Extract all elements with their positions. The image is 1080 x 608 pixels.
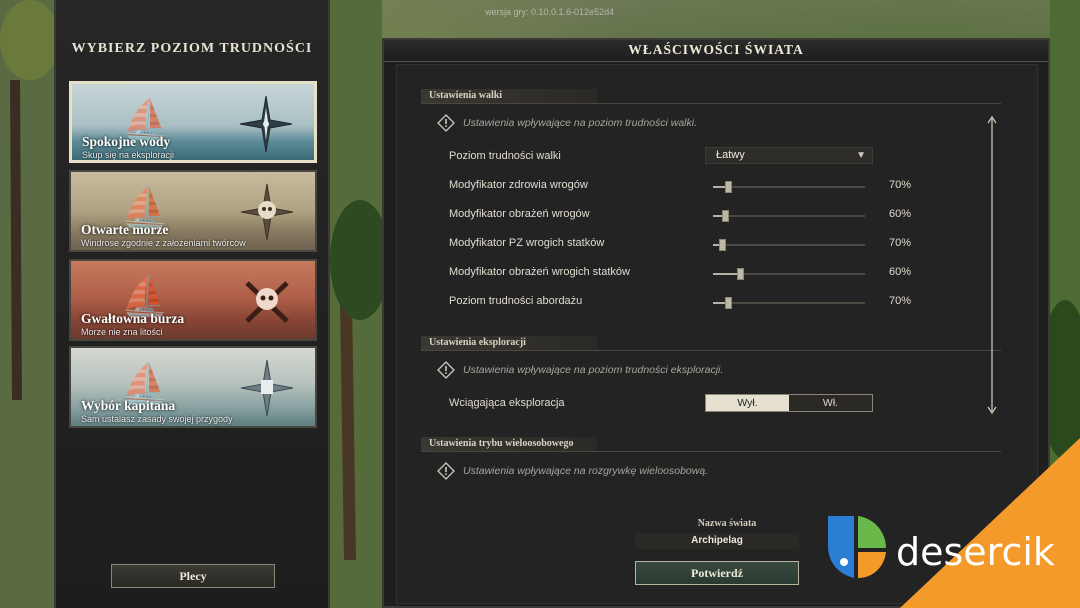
- custom-compass-icon: [240, 359, 294, 417]
- exploration-note: Ustawienia wpływające na poziom trudnośc…: [437, 361, 723, 379]
- slider-value: 70%: [889, 295, 912, 307]
- watermark-text: desercik: [896, 530, 1055, 574]
- section-divider: [421, 350, 1001, 351]
- slider-fill: [713, 273, 741, 275]
- slider-track: [713, 302, 865, 304]
- slider[interactable]: [713, 267, 865, 281]
- combat-difficulty-value: Łatwy: [716, 149, 745, 161]
- slider-label: Modyfikator obrażeń wrogich statków: [449, 266, 630, 278]
- world-properties-title: WŁAŚCIWOŚCI ŚWIATA: [384, 40, 1048, 62]
- multiplayer-note-text: Ustawienia wpływające na rozgrywkę wielo…: [463, 465, 709, 477]
- difficulty-name: Wybór kapitana: [81, 398, 176, 413]
- watermark-corner: [900, 438, 1080, 608]
- slider-track: [713, 186, 865, 188]
- combat-note: Ustawienia wpływające na poziom trudnośc…: [437, 114, 697, 132]
- world-name-input[interactable]: Archipelag: [635, 533, 799, 549]
- exploration-section-header: Ustawienia eksploracji: [421, 336, 597, 350]
- exploration-note-text: Ustawienia wpływające na poziom trudnośc…: [463, 364, 724, 376]
- difficulty-desc: Skup się na eksploracji: [82, 150, 175, 160]
- warning-icon: [437, 361, 455, 379]
- skull-crossbones-icon: [245, 281, 289, 323]
- warning-icon: [437, 462, 455, 480]
- slider-track: [713, 244, 865, 246]
- difficulty-panel: WYBIERZ POZIOM TRUDNOŚCI ⛵ Spokojne wody…: [54, 0, 330, 608]
- slider[interactable]: [713, 296, 865, 310]
- slider[interactable]: [713, 180, 865, 194]
- difficulty-option-open-sea[interactable]: ⛵ Otwarte morze Windrose zgodnie z założ…: [69, 170, 317, 252]
- slider-label: Poziom trudności abordażu: [449, 295, 583, 307]
- slider-label: Modyfikator PZ wrogich statków: [449, 237, 605, 249]
- slider[interactable]: [713, 238, 865, 252]
- desercik-logo-icon: [828, 516, 886, 578]
- chevron-down-icon: ▼: [856, 150, 866, 161]
- slider-value: 60%: [889, 266, 912, 278]
- toggle-off-option[interactable]: Wył.: [706, 395, 789, 411]
- slider-thumb[interactable]: [737, 268, 745, 280]
- game-version-text: wersja gry: 0.10.0.1.6-012e52d4: [485, 7, 615, 17]
- slider-value: 70%: [889, 179, 912, 191]
- slider-track: [713, 215, 865, 217]
- difficulty-option-calm-waters[interactable]: ⛵ Spokojne wody Skup się na eksploracji: [69, 81, 317, 163]
- combat-difficulty-label: Poziom trudności walki: [449, 150, 561, 162]
- multiplayer-note: Ustawienia wpływające na rozgrywkę wielo…: [437, 462, 708, 480]
- difficulty-desc: Windrose zgodnie z założeniami twórców: [81, 238, 246, 248]
- combat-note-text: Ustawienia wpływające na poziom trudnośc…: [463, 117, 698, 129]
- section-divider: [421, 103, 1001, 104]
- slider[interactable]: [713, 209, 865, 223]
- slider-label: Modyfikator obrażeń wrogów: [449, 208, 590, 220]
- slider-thumb[interactable]: [719, 239, 727, 251]
- difficulty-option-captains-choice[interactable]: ⛵ Wybór kapitana Sam ustalasz zasady swo…: [69, 346, 317, 428]
- slider-value: 60%: [889, 208, 912, 220]
- difficulty-option-violent-storm[interactable]: ⛵ Gwałtowna burza Morze nie zna litości: [69, 259, 317, 341]
- immersive-exploration-label: Wciągająca eksploracja: [449, 397, 565, 409]
- difficulty-desc: Morze nie zna litości: [81, 327, 163, 337]
- skull-compass-icon: [240, 183, 294, 241]
- confirm-button[interactable]: Potwierdź: [635, 561, 799, 585]
- slider-thumb[interactable]: [725, 181, 733, 193]
- difficulty-desc: Sam ustalasz zasady swojej przygody: [81, 414, 233, 424]
- combat-difficulty-dropdown[interactable]: Łatwy ▼: [705, 147, 873, 164]
- slider-label: Modyfikator zdrowia wrogów: [449, 179, 588, 191]
- slider-thumb[interactable]: [725, 297, 733, 309]
- slider-value: 70%: [889, 237, 912, 249]
- scrollbar[interactable]: [987, 115, 997, 415]
- warning-icon: [437, 114, 455, 132]
- compass-star-icon: [239, 95, 293, 153]
- difficulty-name: Gwałtowna burza: [81, 311, 185, 326]
- difficulty-name: Spokojne wody: [82, 134, 171, 149]
- difficulty-panel-title: WYBIERZ POZIOM TRUDNOŚCI: [71, 41, 313, 56]
- slider-thumb[interactable]: [722, 210, 730, 222]
- back-button[interactable]: Plecy: [111, 564, 275, 588]
- multiplayer-section-header: Ustawienia trybu wieloosobowego: [421, 437, 597, 451]
- immersive-exploration-toggle[interactable]: Wył. Wł.: [705, 394, 873, 412]
- toggle-on-option[interactable]: Wł.: [789, 395, 872, 411]
- difficulty-name: Otwarte morze: [81, 222, 169, 237]
- combat-section-header: Ustawienia walki: [421, 89, 597, 103]
- world-name-label: Nazwa świata: [697, 518, 757, 529]
